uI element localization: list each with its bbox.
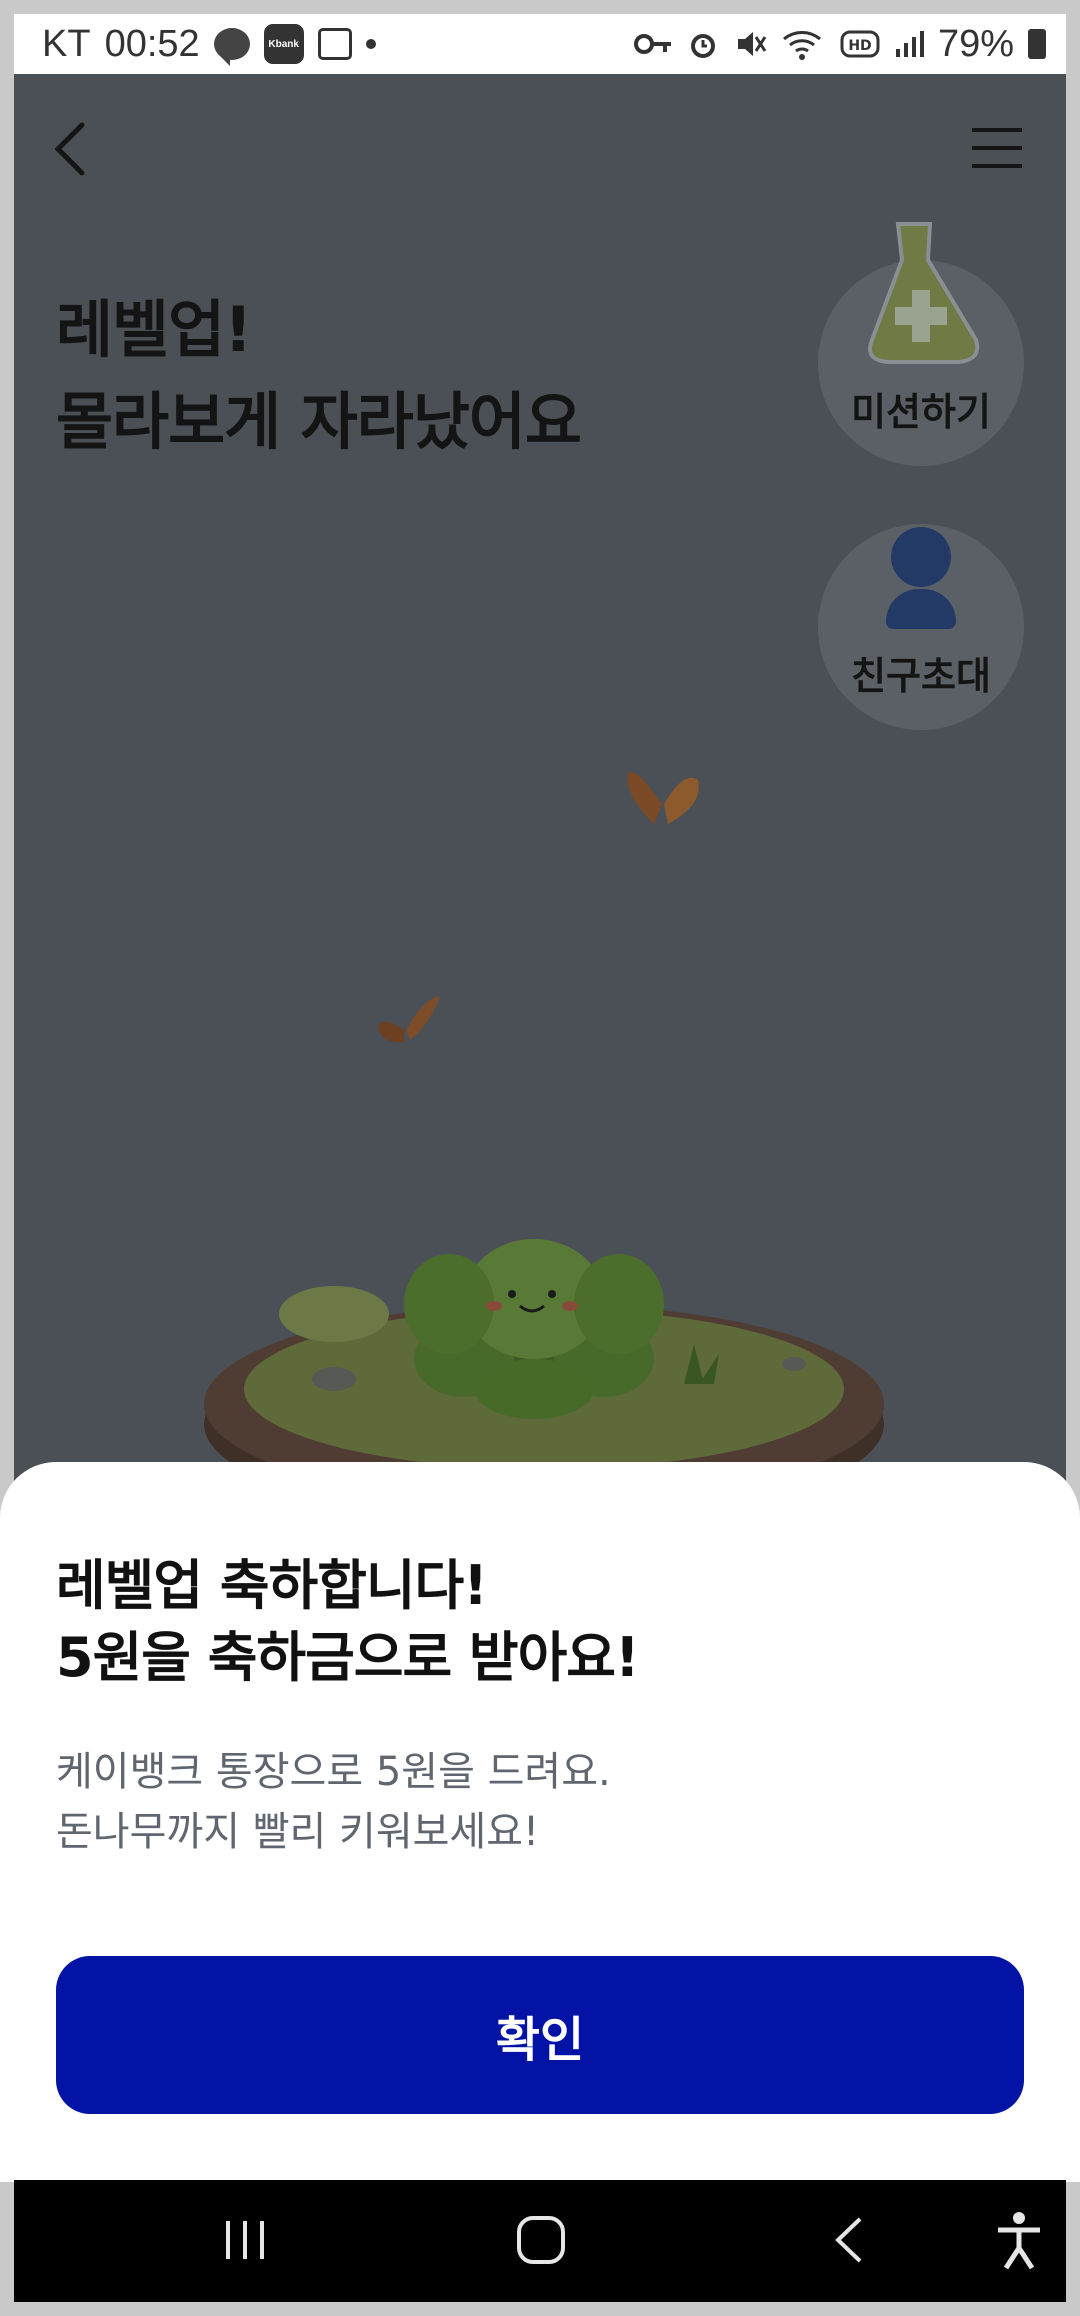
alarm-icon (686, 27, 720, 61)
system-nav-bar (14, 2180, 1066, 2302)
phone-screen: KT 00:52 Kbank HD 79% 레벨업! 몰라보게 자라났어요 미션… (0, 0, 1080, 2316)
person-icon (891, 527, 951, 587)
home-button[interactable] (514, 2213, 568, 2267)
hd-icon: HD (840, 29, 880, 59)
sheet-title-line2: 5원을 축하금으로 받아요! (56, 1626, 640, 1689)
level-up-headline: 레벨업! 몰라보게 자라났어요 (56, 284, 582, 468)
sheet-description: 케이뱅크 통장으로 5원을 드려요. 돈나무까지 빨리 키워보세요! (56, 1742, 611, 1862)
status-bar-right: HD 79% (633, 22, 1046, 66)
kbank-icon: Kbank (263, 24, 304, 64)
headline-line1: 레벨업! (56, 293, 252, 366)
gallery-icon (317, 28, 352, 60)
chat-icon (213, 28, 250, 66)
key-icon (633, 31, 672, 57)
back-nav-icon (835, 2217, 862, 2263)
accessibility-icon (998, 2212, 1040, 2270)
sheet-desc-line2: 돈나무까지 빨리 키워보세요! (56, 1809, 540, 1855)
clock: 00:52 (104, 22, 200, 65)
mute-icon (734, 27, 768, 61)
back-button[interactable] (44, 119, 104, 179)
butterfly-icon (378, 996, 440, 1043)
svg-text:HD: HD (848, 38, 871, 54)
hamburger-menu-icon (972, 128, 1022, 168)
carrier-label: KT (42, 22, 91, 65)
recents-icon (226, 2221, 264, 2259)
butterfly-icon (627, 772, 699, 824)
chevron-left-icon (54, 122, 85, 176)
flask-icon (868, 222, 980, 364)
dot-icon (365, 39, 376, 49)
sheet-desc-line1: 케이뱅크 통장으로 5원을 드려요. (56, 1749, 611, 1795)
mission-label: 미션하기 (851, 390, 991, 434)
person-body-icon (886, 589, 956, 629)
status-bar: KT 00:52 Kbank HD 79% (14, 14, 1066, 74)
status-bar-left: KT 00:52 Kbank (42, 23, 376, 66)
recents-button[interactable] (220, 2215, 270, 2265)
invite-friends-button[interactable]: 친구초대 (818, 524, 1024, 730)
battery-label: 79% (937, 22, 1014, 65)
mission-button[interactable]: 미션하기 (818, 222, 1024, 466)
menu-button[interactable] (966, 124, 1026, 174)
sheet-title: 레벨업 축하합니다! 5원을 축하금으로 받아요! (56, 1550, 640, 1694)
home-icon (517, 2216, 565, 2264)
battery-icon (1028, 29, 1046, 59)
level-up-bottom-sheet: 레벨업 축하합니다! 5원을 축하금으로 받아요! 케이뱅크 통장으로 5원을 … (0, 1462, 1080, 2182)
confirm-button[interactable]: 확인 (56, 1956, 1024, 2114)
signal-icon (894, 29, 924, 59)
headline-line2: 몰라보게 자라났어요 (56, 385, 582, 458)
accessibility-button[interactable] (994, 2210, 1044, 2270)
sheet-title-line1: 레벨업 축하합니다! (56, 1554, 488, 1617)
wifi-icon (782, 27, 826, 61)
invite-label: 친구초대 (851, 654, 991, 698)
back-nav-button[interactable] (826, 2215, 876, 2265)
